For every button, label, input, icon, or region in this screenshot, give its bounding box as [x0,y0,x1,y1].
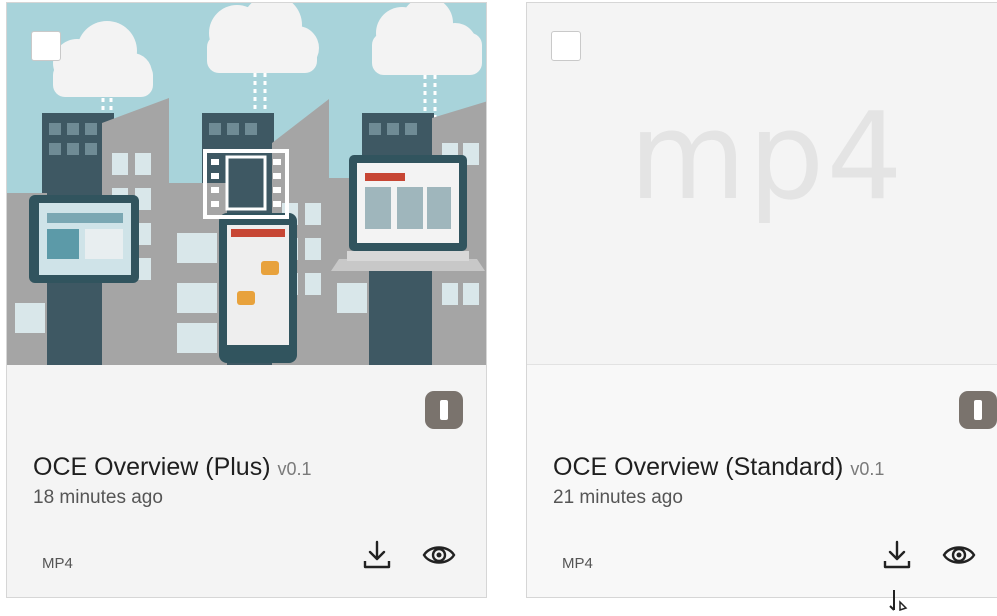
asset-title-line[interactable]: OCE Overview (Plus) v0.1 [33,453,312,482]
lock-badge-icon [425,391,463,429]
asset-title-line[interactable]: OCE Overview (Standard) v0.1 [553,453,884,482]
file-type-placeholder: mp4 [629,88,905,227]
asset-card[interactable]: mp4 OCE Overview (Standard) v0.1 21 minu… [526,2,997,598]
eye-icon[interactable] [421,537,457,573]
asset-version: v0.1 [277,459,312,479]
asset-title[interactable]: OCE Overview (Standard) [553,453,843,481]
eye-icon[interactable] [941,537,977,573]
asset-title[interactable]: OCE Overview (Plus) [33,453,271,481]
file-type-label: MP4 [42,555,73,572]
select-checkbox[interactable] [31,31,61,61]
modified-time: 21 minutes ago [553,487,683,508]
file-type-label: MP4 [562,555,593,572]
asset-thumbnail[interactable] [7,3,486,365]
asset-card[interactable]: OCE Overview (Plus) v0.1 18 minutes ago … [6,2,487,598]
asset-details: OCE Overview (Standard) v0.1 21 minutes … [527,365,997,597]
asset-version: v0.1 [850,459,885,479]
mouse-cursor-icon [886,590,910,612]
asset-details: OCE Overview (Plus) v0.1 18 minutes ago … [7,365,486,597]
asset-thumbnail[interactable]: mp4 [527,3,997,365]
select-checkbox[interactable] [551,31,581,61]
modified-time: 18 minutes ago [33,487,163,508]
lock-badge-icon [959,391,997,429]
download-icon[interactable] [879,537,915,573]
film-strip-icon [203,149,289,219]
download-icon[interactable] [359,537,395,573]
